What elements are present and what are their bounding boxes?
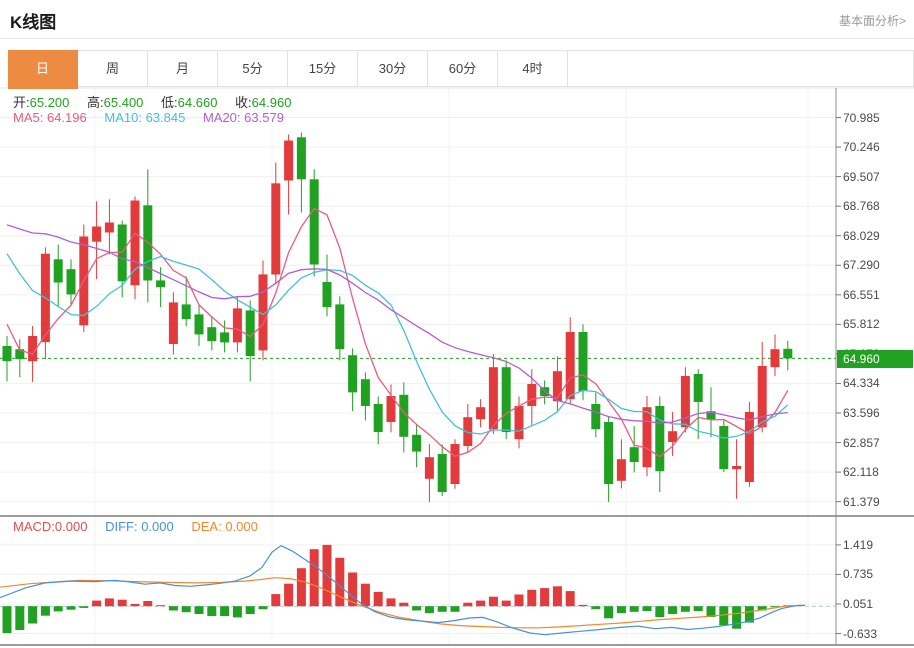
ma20-value: 63.579	[244, 110, 284, 125]
tab-4hour[interactable]: 4时	[498, 51, 568, 86]
open-label: 开:	[13, 95, 30, 110]
page-title: K线图	[10, 8, 56, 33]
macd-axis-label: 1.419	[843, 538, 873, 552]
tab-60min[interactable]: 60分	[428, 51, 498, 86]
open-value: 65.200	[30, 95, 70, 110]
ma10-value: 63.845	[146, 110, 186, 125]
ma10-label: MA10:	[104, 110, 142, 125]
low-label: 低:	[161, 95, 178, 110]
close-label: 收:	[235, 95, 252, 110]
ohlc-readout: 开:65.200 高:65.400 低:64.660 收:64.960	[13, 92, 305, 111]
y-axis-label: 70.985	[843, 111, 880, 125]
y-axis-label: 64.334	[843, 376, 880, 390]
diff-value: 0.000	[141, 519, 174, 534]
tab-30min[interactable]: 30分	[358, 51, 428, 86]
timeframe-tabs: 日 周 月 5分 15分 30分 60分 4时	[8, 50, 914, 87]
low-value: 64.660	[178, 95, 218, 110]
ma5-label: MA5:	[13, 110, 43, 125]
y-axis-label: 61.379	[843, 495, 880, 509]
y-axis-label: 70.246	[843, 140, 880, 154]
y-axis-label: 62.857	[843, 436, 880, 450]
ma20-label: MA20:	[203, 110, 241, 125]
macd-axis-label: -0.633	[843, 627, 877, 641]
macd-axis-label: 0.735	[843, 567, 873, 581]
y-axis-label: 65.812	[843, 317, 880, 331]
macd-readout: MACD:0.000 DIFF: 0.000 DEA: 0.000	[13, 519, 272, 534]
ma-readout: MA5: 64.196 MA10: 63.845 MA20: 63.579	[13, 110, 298, 125]
close-value: 64.960	[252, 95, 292, 110]
current-price-label: 64.960	[837, 350, 913, 368]
macd-label: MACD:	[13, 519, 55, 534]
macd-value: 0.000	[55, 519, 88, 534]
y-axis-label: 69.507	[843, 170, 880, 184]
fundamental-analysis-link[interactable]: 基本面分析>	[839, 12, 906, 29]
y-axis-label: 68.029	[843, 229, 880, 243]
high-value: 65.400	[104, 95, 144, 110]
dea-label: DEA:	[191, 519, 221, 534]
tab-month[interactable]: 月	[148, 51, 218, 86]
ma5-value: 64.196	[47, 110, 87, 125]
y-axis-label: 62.118	[843, 465, 879, 479]
y-axis-label: 68.768	[843, 199, 880, 213]
macd-axis-label: 0.051	[843, 597, 873, 611]
diff-label: DIFF:	[105, 519, 138, 534]
dea-value: 0.000	[225, 519, 258, 534]
y-axis-label: 63.596	[843, 406, 880, 420]
tab-day[interactable]: 日	[8, 50, 78, 89]
tab-15min[interactable]: 15分	[288, 51, 358, 86]
y-axis-label: 67.290	[843, 258, 880, 272]
tab-week[interactable]: 周	[78, 51, 148, 86]
tab-5min[interactable]: 5分	[218, 51, 288, 86]
header-divider	[0, 38, 914, 39]
y-axis-label: 66.551	[843, 288, 880, 302]
high-label: 高:	[87, 95, 104, 110]
